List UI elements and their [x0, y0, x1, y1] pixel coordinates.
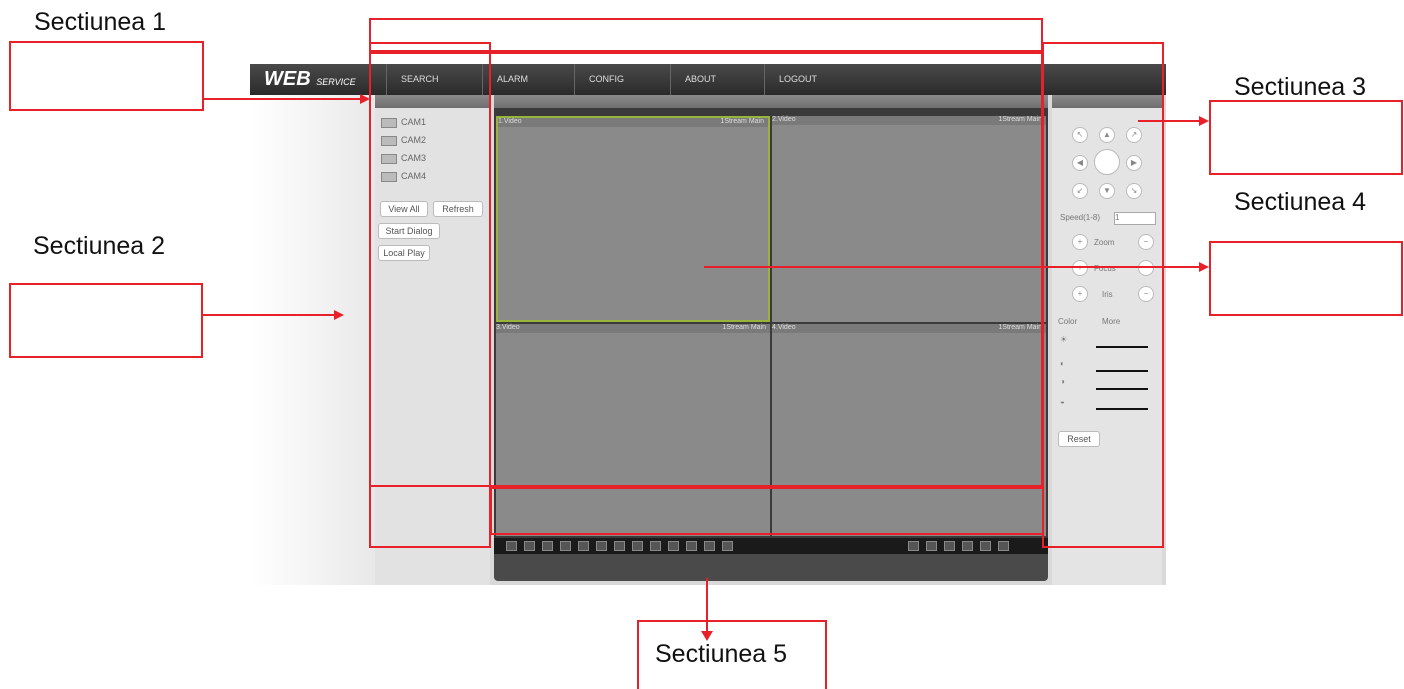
- status-bar: [494, 554, 1048, 581]
- layout-9-icon[interactable]: [596, 541, 607, 551]
- section-2-arrowhead: [334, 310, 344, 320]
- logo-sub: SERVICE: [316, 77, 356, 87]
- section-3-arrowhead: [1199, 116, 1209, 126]
- snapshot-icon[interactable]: [926, 541, 937, 551]
- prev-page-icon[interactable]: [704, 541, 715, 551]
- layout-13-icon[interactable]: [614, 541, 625, 551]
- section-4-box: [1209, 241, 1403, 316]
- layout-25-icon[interactable]: [668, 541, 679, 551]
- record-icon[interactable]: [908, 541, 919, 551]
- audio-icon[interactable]: [944, 541, 955, 551]
- layout-36-icon[interactable]: [686, 541, 697, 551]
- video-control-bar: [494, 538, 1048, 554]
- next-page-icon[interactable]: [722, 541, 733, 551]
- layout-20-icon[interactable]: [650, 541, 661, 551]
- logo-main: WEB: [264, 68, 311, 90]
- section-5-arrow: [706, 578, 708, 633]
- section-5-arrowhead: [701, 631, 713, 641]
- settings-icon[interactable]: [998, 541, 1009, 551]
- section-3-box: [1209, 100, 1403, 175]
- layout-6-icon[interactable]: [560, 541, 571, 551]
- layout-1-icon[interactable]: [524, 541, 535, 551]
- layout-4-icon[interactable]: [542, 541, 553, 551]
- section-5-label: Sectiunea 5: [655, 640, 788, 668]
- section-4-highlight: [369, 52, 1043, 487]
- section-2-label: Sectiunea 2: [33, 232, 166, 260]
- layout-8-icon[interactable]: [578, 541, 589, 551]
- zoom-icon[interactable]: [980, 541, 991, 551]
- left-background: [250, 95, 375, 585]
- section-2-box: [9, 283, 203, 358]
- app-logo: WEB SERVICE: [264, 68, 356, 91]
- full-screen-icon[interactable]: [506, 541, 517, 551]
- section-2-arrow: [202, 314, 336, 316]
- section-4-label: Sectiunea 4: [1234, 188, 1367, 216]
- section-1-box: [9, 41, 204, 111]
- section-1-arrow: [203, 98, 363, 100]
- section-4-arrowhead: [1199, 262, 1209, 272]
- section-3-highlight: [1042, 42, 1164, 548]
- section-5-highlight: [490, 487, 1044, 535]
- section-1-label: Sectiunea 1: [34, 8, 167, 36]
- section-3-label: Sectiunea 3: [1234, 73, 1367, 101]
- volume-icon[interactable]: [962, 541, 973, 551]
- layout-16-icon[interactable]: [632, 541, 643, 551]
